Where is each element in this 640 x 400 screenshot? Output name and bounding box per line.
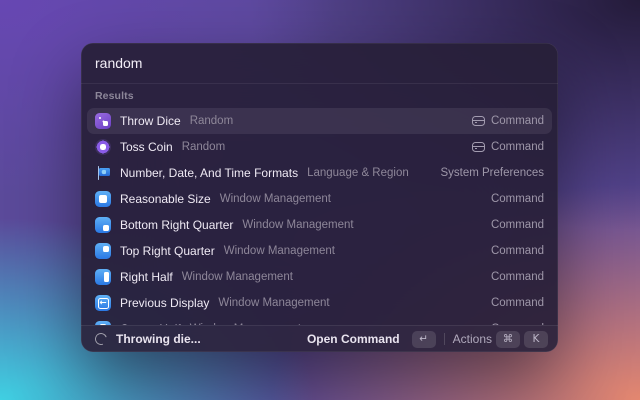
result-type-label: Command (491, 141, 544, 153)
result-subtitle: Language & Region (307, 167, 409, 179)
launcher-window: Results Throw DiceRandomCommandToss Coin… (81, 43, 558, 352)
result-subtitle: Window Management (242, 219, 353, 231)
window-right-half-icon (95, 269, 111, 285)
search-bar (81, 43, 558, 84)
search-input[interactable] (95, 55, 544, 71)
result-row[interactable]: Center HalfWindow ManagementCommand (87, 316, 552, 325)
result-title: Previous Display (120, 296, 209, 310)
result-type-label: Command (491, 245, 544, 257)
result-row[interactable]: Top Right Quarter Window Management Comman… (87, 238, 552, 264)
result-title: Number, Date, And Time Formats (120, 166, 298, 180)
result-subtitle: Window Management (224, 245, 335, 257)
footer-divider (444, 333, 445, 345)
window-position-shape (103, 246, 109, 252)
window-position-shape (103, 225, 109, 231)
open-command-button[interactable]: Open Command (307, 332, 400, 346)
result-subtitle: Window Management (218, 297, 329, 309)
result-type-label: Command (491, 297, 544, 309)
result-title: Top Right Quarter (120, 244, 215, 258)
result-title: Reasonable Size (120, 192, 211, 206)
status-text: Throwing die... (116, 332, 201, 346)
result-accessory: Command (491, 245, 544, 257)
shortcut-key-badge: K (524, 331, 548, 348)
result-accessory: Command (491, 219, 544, 231)
actions-shortcut-keys: ⌘K (496, 331, 548, 348)
results-list: Throw Dice Random Command Toss Coin Random Co… (81, 108, 558, 325)
result-accessory: Command (472, 115, 544, 127)
result-row[interactable]: Throw Dice Random Command (87, 108, 552, 134)
result-row[interactable]: Toss Coin Random Command (87, 134, 552, 160)
shortcut-key-badge: ⌘ (496, 331, 520, 348)
window-top-right-icon (95, 243, 111, 259)
result-row[interactable]: Reasonable Size Window Management Command (87, 186, 552, 212)
window-position-shape (100, 324, 106, 325)
command-icon (472, 142, 485, 152)
command-icon (472, 116, 485, 126)
result-subtitle: Random (182, 141, 225, 153)
actions-button[interactable]: Actions (453, 332, 492, 346)
results-header-label: Results (95, 90, 134, 102)
result-subtitle: Window Management (220, 193, 331, 205)
footer-actions: Open Command ↵ Actions ⌘K (307, 331, 548, 348)
result-row[interactable]: Number, Date, And Time Formats Language &… (87, 160, 552, 186)
result-title: Right Half (120, 270, 173, 284)
result-subtitle: Window Management (182, 271, 293, 283)
window-position-shape (104, 272, 109, 282)
result-type-label: Command (491, 115, 544, 127)
result-row[interactable]: Previous Display Window Management Command (87, 290, 552, 316)
return-key-badge: ↵ (412, 331, 436, 348)
result-accessory: Command (491, 297, 544, 309)
result-accessory: System Preferences (440, 167, 544, 179)
result-subtitle: Random (190, 115, 233, 127)
coin-icon (95, 139, 111, 155)
dice-icon (95, 113, 111, 129)
window-bottom-right-icon (95, 217, 111, 233)
result-title: Throw Dice (120, 114, 181, 128)
window-center-icon (95, 191, 111, 207)
window-position-shape (99, 195, 107, 203)
window-center-half-icon (95, 321, 111, 325)
result-title: Bottom Right Quarter (120, 218, 233, 232)
flag-icon (95, 165, 111, 181)
result-type-label: Command (491, 193, 544, 205)
result-row[interactable]: Right Half Window Management Command (87, 264, 552, 290)
arrow-left-icon (95, 295, 111, 311)
result-accessory: Command (491, 193, 544, 205)
result-type-label: Command (491, 219, 544, 231)
result-accessory: Command (491, 271, 544, 283)
result-row[interactable]: Bottom Right Quarter Window Management Com… (87, 212, 552, 238)
results-section-header: Results (81, 84, 558, 108)
result-type-label: System Preferences (440, 167, 544, 179)
loading-spinner-icon (93, 331, 109, 347)
result-title: Toss Coin (120, 140, 173, 154)
result-accessory: Command (472, 141, 544, 153)
status-bar: Throwing die... Open Command ↵ Actions ⌘… (81, 325, 558, 352)
result-type-label: Command (491, 271, 544, 283)
